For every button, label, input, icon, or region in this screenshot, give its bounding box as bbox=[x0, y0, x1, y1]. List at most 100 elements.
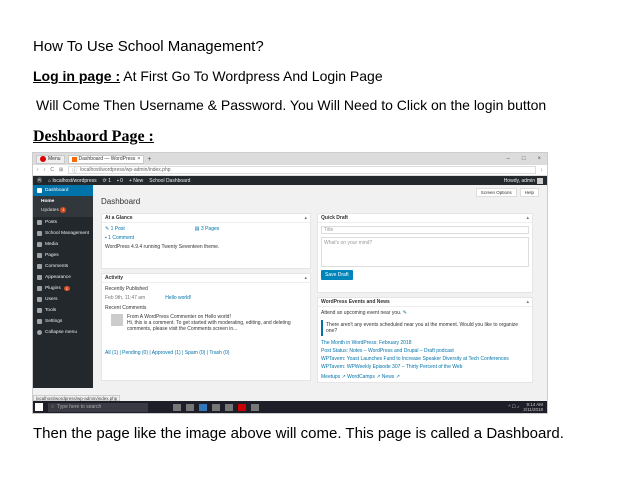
comments-link[interactable]: ▪ 0 bbox=[117, 178, 123, 184]
sidebar-label: Tools bbox=[45, 308, 57, 313]
sidebar-item-users[interactable]: Users bbox=[33, 294, 93, 305]
browser-tab[interactable]: Dashboard — WordPress × bbox=[67, 154, 145, 164]
maximize-icon[interactable]: □ bbox=[522, 156, 526, 162]
admin-sidebar: Dashboard Home Updates 1 Posts School Ma… bbox=[33, 185, 93, 388]
events-footer-links[interactable]: Meetups ↗ WordCamps ↗ News ↗ bbox=[321, 374, 529, 380]
task-view-icon[interactable] bbox=[173, 403, 181, 411]
comments-count-link[interactable]: ▪ 1 Comment bbox=[105, 235, 134, 241]
post-link[interactable]: Hello world! bbox=[165, 295, 191, 301]
school-dashboard-link[interactable]: School Dashboard bbox=[149, 178, 190, 184]
posts-count-link[interactable]: ✎ 1 Post bbox=[105, 226, 125, 232]
activity-widget: Activity ▴ Recently Published Feb 9th, 11… bbox=[101, 273, 311, 381]
address-text: localhost/wordpress/wp-admin/index.php bbox=[80, 167, 171, 173]
dashboard-screenshot: Menu Dashboard — WordPress × + – □ × ‹ › C ⊞ ⓘ… bbox=[32, 152, 548, 414]
new-tab-button[interactable]: + bbox=[147, 156, 151, 163]
collapse-menu-button[interactable]: Collapse menu bbox=[33, 327, 93, 338]
news-item[interactable]: WPTavern: Yoast Launches Fund to Increas… bbox=[321, 356, 529, 362]
site-link[interactable]: ⌂ localhost/wordpress bbox=[48, 178, 97, 184]
screen-options-button[interactable]: Screen Options bbox=[475, 188, 517, 197]
toggle-arrow-icon[interactable]: ▴ bbox=[526, 299, 532, 305]
pages-count: 3 Pages bbox=[200, 226, 220, 232]
pin-icon bbox=[37, 220, 42, 225]
news-item[interactable]: The Month in WordPress: February 2018 bbox=[321, 340, 529, 346]
sidebar-item-posts[interactable]: Posts bbox=[33, 217, 93, 228]
toggle-arrow-icon[interactable]: ▴ bbox=[304, 215, 310, 221]
comment-filters[interactable]: All (1) | Pending (0) | Approved (1) | S… bbox=[105, 350, 307, 356]
dashboard-main: Screen Options Help Dashboard At a Glanc… bbox=[93, 185, 547, 388]
post-date: Feb 9th, 11:47 am bbox=[105, 295, 146, 301]
edit-location-icon[interactable]: ✎ bbox=[403, 310, 407, 316]
help-button[interactable]: Help bbox=[519, 188, 539, 197]
caption-text: Then the page like the image above will … bbox=[33, 425, 564, 442]
updates-link[interactable]: ⟳ 1 bbox=[103, 178, 111, 184]
grid-icon[interactable]: ⊞ bbox=[59, 167, 63, 173]
sidebar-item-settings[interactable]: Settings bbox=[33, 316, 93, 327]
news-item[interactable]: Post Status: Notes – WordPress and Drupa… bbox=[321, 348, 529, 354]
sidebar-item-plugins[interactable]: Plugins 1 bbox=[33, 283, 93, 294]
media-icon bbox=[37, 242, 42, 247]
opera-menu-button[interactable]: Menu bbox=[36, 154, 65, 164]
menu-label: Menu bbox=[48, 156, 61, 162]
sidebar-item-appearance[interactable]: Appearance bbox=[33, 272, 93, 283]
new-link[interactable]: + New bbox=[129, 178, 143, 184]
save-draft-button[interactable]: Save Draft bbox=[321, 270, 353, 280]
mail-icon[interactable] bbox=[225, 403, 233, 411]
toggle-arrow-icon[interactable]: ▴ bbox=[526, 215, 532, 221]
toggle-arrow-icon[interactable]: ▴ bbox=[304, 275, 310, 281]
sidebar-item-updates[interactable]: Updates 1 bbox=[33, 206, 93, 215]
brush-icon bbox=[37, 275, 42, 280]
close-window-icon[interactable]: × bbox=[537, 156, 541, 162]
wp-logo-icon[interactable]: Ⓦ bbox=[37, 177, 42, 184]
draft-content-textarea[interactable]: What's on your mind? bbox=[321, 237, 529, 267]
sidebar-item-tools[interactable]: Tools bbox=[33, 305, 93, 316]
events-notice: There aren't any events scheduled near y… bbox=[321, 320, 529, 336]
sidebar-item-dashboard[interactable]: Dashboard bbox=[33, 185, 93, 196]
system-tray[interactable]: ^ ☐ ♪ 9:14 AM 2/11/2018 bbox=[508, 402, 547, 412]
widget-header: WordPress Events and News ▴ bbox=[318, 298, 532, 307]
forward-icon[interactable]: › bbox=[44, 167, 46, 173]
recent-comments-label: Recent Comments bbox=[105, 305, 147, 311]
windows-start-icon[interactable] bbox=[35, 403, 43, 411]
sidebar-item-home[interactable]: Home bbox=[33, 198, 93, 206]
opera-logo-icon bbox=[40, 156, 46, 162]
tray-icons: ^ ☐ ♪ bbox=[508, 404, 520, 409]
events-news-widget: WordPress Events and News ▴ Attend an upc… bbox=[317, 297, 533, 383]
sidebar-item-media[interactable]: Media bbox=[33, 239, 93, 250]
browser-toolbar: ‹ › C ⊞ ⓘ localhost/wordpress/wp-admin/index… bbox=[33, 165, 547, 176]
reload-icon[interactable]: C bbox=[50, 167, 54, 173]
draft-title-input[interactable]: Title bbox=[321, 226, 529, 234]
login-label: Log in page : bbox=[33, 68, 121, 84]
widget-header: At a Glance ▴ bbox=[102, 214, 310, 223]
widget-title: Quick Draft bbox=[321, 215, 348, 221]
screen-options-bar: Screen Options Help bbox=[475, 188, 539, 197]
school-icon bbox=[37, 231, 42, 236]
taskbar-search[interactable]: ○ Type here to search bbox=[48, 402, 148, 412]
back-icon[interactable]: ‹ bbox=[37, 167, 39, 173]
account-menu[interactable]: Howdy, admin bbox=[503, 177, 543, 184]
quick-draft-widget: Quick Draft ▴ Title What's on your mind? … bbox=[317, 213, 533, 293]
news-item[interactable]: WPTavern: WPWeekly Episode 307 – Thirty … bbox=[321, 364, 529, 370]
wp-body: Dashboard Home Updates 1 Posts School Ma… bbox=[33, 185, 547, 388]
store-icon[interactable] bbox=[212, 403, 220, 411]
sidebar-item-pages[interactable]: Pages bbox=[33, 250, 93, 261]
howdy-label: Howdy, admin bbox=[503, 177, 535, 184]
minimize-icon[interactable]: – bbox=[507, 156, 510, 162]
info-icon: ⓘ bbox=[72, 167, 78, 174]
sidebar-item-comments[interactable]: Comments bbox=[33, 261, 93, 272]
close-tab-icon[interactable]: × bbox=[137, 156, 140, 162]
updates-badge: 1 bbox=[60, 207, 67, 213]
opera-taskbar-icon[interactable] bbox=[238, 403, 246, 411]
window-controls: – □ × bbox=[507, 156, 547, 162]
login-text: At First Go To Wordpress And Login Page bbox=[120, 68, 383, 84]
address-bar[interactable]: ⓘ localhost/wordpress/wp-admin/index.php bbox=[68, 166, 536, 174]
explorer-icon[interactable] bbox=[186, 403, 194, 411]
app-icon[interactable] bbox=[251, 403, 259, 411]
edge-icon[interactable] bbox=[199, 403, 207, 411]
pages-count-link[interactable]: ▤ 3 Pages bbox=[195, 226, 219, 232]
sidebar-item-school-management[interactable]: School Management bbox=[33, 228, 93, 239]
widget-title: Activity bbox=[105, 275, 124, 281]
login-line: Log in page : At First Go To Wordpress A… bbox=[33, 68, 383, 84]
plug-icon bbox=[37, 286, 42, 291]
download-icon[interactable]: ↓ bbox=[541, 167, 544, 173]
sidebar-label: Plugins bbox=[45, 286, 61, 291]
